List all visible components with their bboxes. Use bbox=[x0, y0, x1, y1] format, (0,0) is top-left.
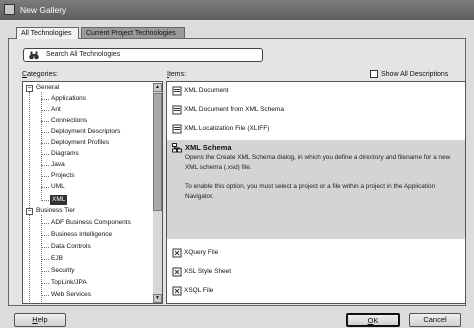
tree-guide bbox=[41, 247, 49, 248]
tree-item-security[interactable]: Security bbox=[51, 266, 74, 276]
tree-guide bbox=[41, 271, 49, 272]
tree-guide bbox=[41, 92, 42, 201]
tree-item-adf-business-components[interactable]: ADF Business Components bbox=[51, 218, 131, 228]
scroll-up-arrow-icon[interactable]: ▲ bbox=[153, 83, 162, 92]
tree-group-general[interactable]: General bbox=[36, 83, 59, 93]
tree-guide bbox=[41, 143, 49, 144]
search-input[interactable]: Search All Technologies bbox=[23, 48, 263, 62]
tree-item-projects[interactable]: Projects bbox=[51, 171, 74, 181]
categories-label: Categories: bbox=[22, 71, 58, 78]
item-label: XML Schema bbox=[185, 143, 232, 152]
item-label: XSQL File bbox=[184, 287, 214, 294]
binoculars-icon bbox=[29, 51, 39, 60]
tree-guide bbox=[41, 132, 49, 133]
xml-document-icon bbox=[172, 124, 182, 134]
window-title: New Gallery bbox=[20, 5, 67, 15]
tree-guide bbox=[41, 110, 49, 111]
tree-guide bbox=[41, 295, 49, 296]
scroll-down-arrow-icon[interactable]: ▼ bbox=[153, 294, 162, 303]
search-placeholder: Search All Technologies bbox=[46, 51, 121, 58]
tree-item-deployment-profiles[interactable]: Deployment Profiles bbox=[51, 138, 109, 148]
tree-item-web-services[interactable]: Web Services bbox=[51, 290, 91, 300]
ok-button[interactable]: OK bbox=[346, 313, 400, 327]
item-label: XML Document from XML Schema bbox=[184, 106, 284, 113]
tree-item-applications[interactable]: Applications bbox=[51, 94, 86, 104]
tree-guide bbox=[29, 210, 30, 303]
item-xml-schema[interactable]: XML Schema Opens the Create XML Schema d… bbox=[167, 140, 465, 239]
help-button[interactable]: Help bbox=[14, 313, 66, 327]
checkbox-box[interactable] bbox=[370, 70, 378, 78]
show-all-label: Show All Descriptions bbox=[381, 70, 449, 78]
tree-item-ejb[interactable]: EJB bbox=[51, 254, 63, 264]
item-xsl-style-sheet[interactable]: XSL Style Sheet bbox=[167, 263, 465, 282]
title-bar: New Gallery bbox=[0, 0, 474, 20]
tree-guide bbox=[29, 92, 30, 212]
xsql-file-icon bbox=[172, 286, 182, 296]
tree-guide bbox=[41, 200, 49, 201]
tree-guide bbox=[41, 283, 49, 284]
item-label: XQuery File bbox=[184, 249, 219, 256]
tree-guide bbox=[41, 121, 49, 122]
item-description: Opens the Create XML Schema dialog, in w… bbox=[185, 154, 451, 171]
tree-guide bbox=[41, 223, 49, 224]
tree-item-diagrams[interactable]: Diagrams bbox=[51, 149, 79, 159]
item-xml-localization-file[interactable]: XML Localization File (XLIFF) bbox=[167, 120, 465, 139]
item-xml-document[interactable]: XML Document bbox=[167, 82, 465, 101]
collapse-general-icon[interactable]: − bbox=[26, 85, 33, 92]
item-label: XML Document bbox=[184, 87, 229, 94]
xml-document-icon bbox=[172, 105, 182, 115]
tree-guide bbox=[41, 235, 49, 236]
tree-item-ant[interactable]: Ant bbox=[51, 105, 61, 115]
xquery-file-icon bbox=[172, 248, 182, 258]
tree-guide bbox=[41, 154, 49, 155]
tab-panel: Search All Technologies Categories: Item… bbox=[8, 38, 466, 306]
xml-schema-icon bbox=[172, 143, 182, 153]
tree-guide bbox=[41, 187, 49, 188]
xml-document-icon bbox=[172, 86, 182, 96]
tree-item-uml[interactable]: UML bbox=[51, 182, 65, 192]
tree-item-connections[interactable]: Connections bbox=[51, 116, 87, 126]
item-xquery-file[interactable]: XQuery File bbox=[167, 244, 465, 263]
tree-item-data-controls[interactable]: Data Controls bbox=[51, 242, 91, 252]
tree-item-xml[interactable]: XML bbox=[50, 195, 68, 205]
scrollbar-thumb[interactable] bbox=[153, 93, 162, 211]
collapse-business-tier-icon[interactable]: − bbox=[26, 208, 33, 215]
tree-guide bbox=[41, 176, 49, 177]
item-note: To enable this option, you must select a… bbox=[185, 183, 436, 200]
tree-guide bbox=[41, 99, 49, 100]
tree-item-business-intelligence[interactable]: Business Intelligence bbox=[51, 230, 112, 240]
tab-all-technologies[interactable]: All Technologies bbox=[16, 27, 79, 39]
cancel-button[interactable]: Cancel bbox=[409, 313, 461, 327]
categories-scrollbar[interactable]: ▲ ▼ bbox=[153, 83, 162, 303]
item-label: XSL Style Sheet bbox=[184, 268, 232, 275]
new-gallery-dialog: All Technologies Current Project Technol… bbox=[0, 20, 474, 328]
app-icon bbox=[4, 4, 15, 15]
show-all-descriptions-checkbox[interactable]: Show All Descriptions bbox=[370, 70, 448, 78]
xsl-stylesheet-icon bbox=[172, 267, 182, 277]
tree-item-deployment-descriptors[interactable]: Deployment Descriptors bbox=[51, 127, 120, 137]
items-label: Items: bbox=[167, 71, 187, 78]
tree-item-toplink-jpa[interactable]: TopLink/JPA bbox=[51, 278, 87, 288]
item-xsql-file[interactable]: XSQL File bbox=[167, 282, 465, 301]
tree-item-java[interactable]: Java bbox=[51, 160, 65, 170]
items-list[interactable]: XML Document XML Document from XML Schem… bbox=[166, 81, 466, 304]
tree-guide bbox=[41, 259, 49, 260]
item-label: XML Localization File (XLIFF) bbox=[184, 125, 270, 132]
tree-guide bbox=[41, 165, 49, 166]
categories-tree[interactable]: − General Applications Ant Connections D… bbox=[22, 81, 163, 304]
item-xml-document-from-xml-schema[interactable]: XML Document from XML Schema bbox=[167, 101, 465, 120]
